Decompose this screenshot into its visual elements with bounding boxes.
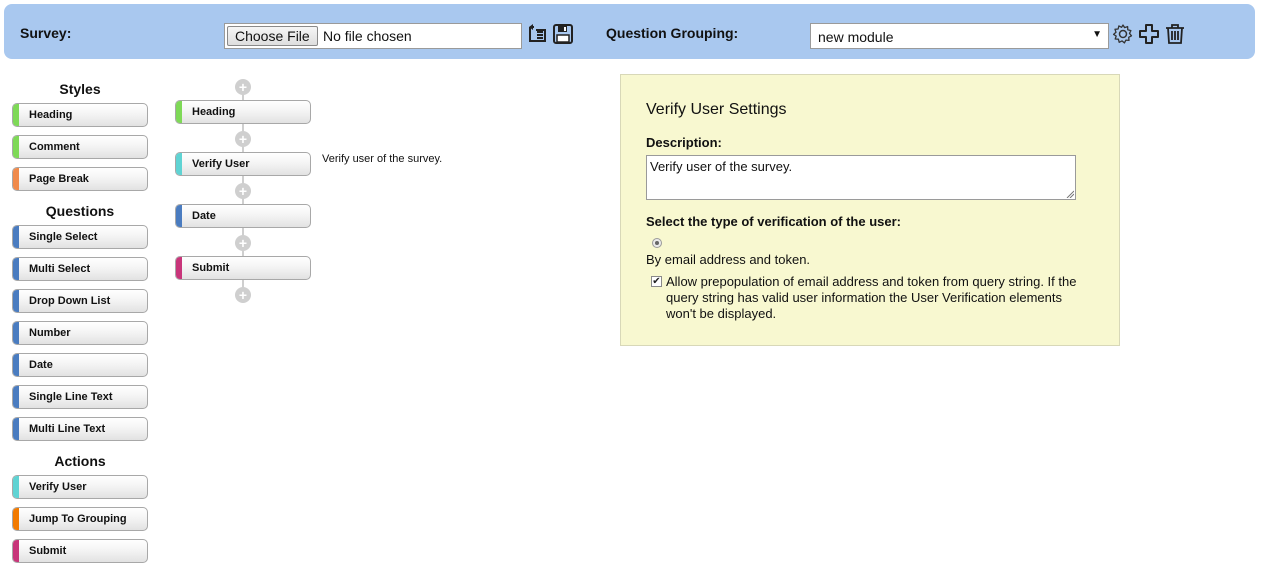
- palette-button-label: Page Break: [29, 173, 89, 185]
- add-plus-icon[interactable]: [1138, 23, 1160, 45]
- palette-drop-down-list-button[interactable]: Drop Down List: [12, 289, 148, 313]
- prepopulation-checkbox[interactable]: ✔: [651, 276, 662, 287]
- prepopulation-checkbox-label: Allow prepopulation of email address and…: [666, 274, 1077, 321]
- color-bar: [176, 257, 182, 279]
- palette-date-button[interactable]: Date: [12, 353, 148, 377]
- palette-page-break-button[interactable]: Page Break: [12, 167, 148, 191]
- survey-label: Survey:: [20, 25, 72, 41]
- color-bar: [13, 168, 19, 190]
- palette-heading-button[interactable]: Heading: [12, 103, 148, 127]
- resize-handle-icon[interactable]: [1066, 190, 1074, 198]
- color-bar: [13, 136, 19, 158]
- flow-item-label: Heading: [192, 106, 236, 118]
- color-bar: [13, 476, 19, 498]
- color-bar: [13, 258, 19, 280]
- insert-plus-icon[interactable]: +: [235, 79, 251, 95]
- palette-single-select-button[interactable]: Single Select: [12, 225, 148, 249]
- palette-button-label: Heading: [29, 109, 73, 121]
- palette-button-label: Drop Down List: [29, 295, 111, 307]
- choose-file-button[interactable]: Choose File: [227, 26, 318, 46]
- palette-single-line-text-button[interactable]: Single Line Text: [12, 385, 148, 409]
- color-bar: [13, 226, 19, 248]
- top-toolbar: Survey: Choose File No file chosen Quest…: [4, 4, 1255, 59]
- import-icon[interactable]: [526, 23, 548, 45]
- palette-number-button[interactable]: Number: [12, 321, 148, 345]
- insert-plus-icon[interactable]: +: [235, 287, 251, 303]
- save-icon[interactable]: [552, 23, 574, 45]
- insert-plus-icon[interactable]: +: [235, 131, 251, 147]
- description-text: Verify user of the survey.: [650, 159, 793, 174]
- palette-button-label: Submit: [29, 545, 67, 557]
- palette-button-label: Multi Line Text: [29, 423, 106, 435]
- palette-verify-user-button[interactable]: Verify User: [12, 475, 148, 499]
- palette-button-label: Date: [29, 359, 53, 371]
- color-bar: [13, 508, 19, 530]
- palette-multi-select-button[interactable]: Multi Select: [12, 257, 148, 281]
- insert-plus-icon[interactable]: +: [235, 235, 251, 251]
- palette-comment-button[interactable]: Comment: [12, 135, 148, 159]
- color-bar: [13, 418, 19, 440]
- color-bar: [176, 101, 182, 123]
- email-token-radio-label: By email address and token.: [646, 252, 811, 267]
- color-bar: [13, 540, 19, 562]
- email-token-radio[interactable]: [652, 238, 662, 248]
- flow-item-label: Date: [192, 210, 216, 222]
- dropdown-arrow-icon: ▼: [1092, 29, 1102, 40]
- insert-plus-icon[interactable]: +: [235, 183, 251, 199]
- color-bar: [176, 205, 182, 227]
- styles-section-title: Styles: [59, 81, 101, 97]
- flow-item-heading[interactable]: Heading: [175, 100, 311, 124]
- file-status-text: No file chosen: [323, 28, 412, 44]
- palette-button-label: Multi Select: [29, 263, 91, 275]
- flow-item-label: Verify User: [192, 158, 250, 170]
- palette-button-label: Comment: [29, 141, 80, 153]
- flow-item-submit[interactable]: Submit: [175, 256, 311, 280]
- palette-button-label: Single Select: [29, 231, 98, 243]
- file-input[interactable]: Choose File No file chosen: [224, 23, 522, 49]
- flow-item-date[interactable]: Date: [175, 204, 311, 228]
- color-bar: [13, 322, 19, 344]
- color-bar: [13, 290, 19, 312]
- color-bar: [13, 386, 19, 408]
- palette-button-label: Jump To Grouping: [29, 513, 127, 525]
- question-grouping-select[interactable]: new module ▼: [810, 23, 1109, 49]
- description-textarea[interactable]: Verify user of the survey.: [646, 155, 1076, 200]
- grouping-selected-value: new module: [818, 29, 894, 45]
- palette-jump-to-grouping-button[interactable]: Jump To Grouping: [12, 507, 148, 531]
- actions-section-title: Actions: [54, 453, 106, 469]
- description-label: Description:: [646, 135, 722, 150]
- palette-button-label: Number: [29, 327, 71, 339]
- flow-item-description: Verify user of the survey.: [322, 153, 443, 165]
- color-bar: [176, 153, 182, 175]
- question-grouping-label: Question Grouping:: [606, 25, 739, 41]
- verify-user-settings-panel: Verify User Settings Description: Verify…: [620, 74, 1120, 346]
- settings-gear-icon[interactable]: [1112, 23, 1134, 45]
- flow-item-verify-user[interactable]: Verify User: [175, 152, 311, 176]
- flow-item-label: Submit: [192, 262, 230, 274]
- palette-submit-button[interactable]: Submit: [12, 539, 148, 563]
- settings-title: Verify User Settings: [646, 101, 787, 118]
- palette-button-label: Verify User: [29, 481, 87, 493]
- verification-type-label: Select the type of verification of the u…: [646, 214, 901, 229]
- questions-section-title: Questions: [45, 203, 115, 219]
- palette-multi-line-text-button[interactable]: Multi Line Text: [12, 417, 148, 441]
- palette-button-label: Single Line Text: [29, 391, 113, 403]
- color-bar: [13, 354, 19, 376]
- color-bar: [13, 104, 19, 126]
- delete-trash-icon[interactable]: [1164, 23, 1186, 45]
